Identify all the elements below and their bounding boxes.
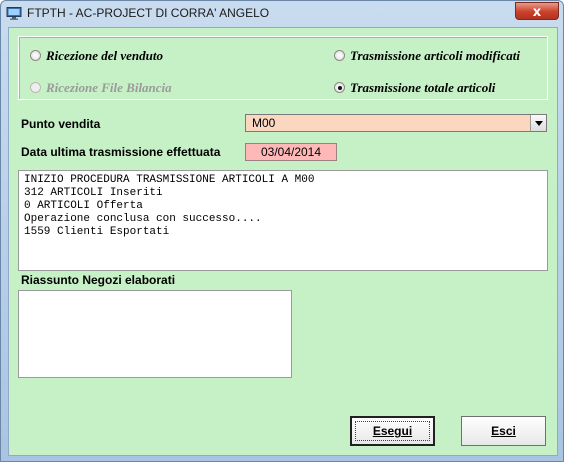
option-label: Trasmissione totale articoli <box>350 80 496 95</box>
app-window: FTPTH - AC-PROJECT DI CORRA' ANGELO x Ri… <box>0 0 564 462</box>
title-bar[interactable]: FTPTH - AC-PROJECT DI CORRA' ANGELO x <box>1 1 563 27</box>
option-trasmissione-modificati[interactable]: Trasmissione articoli modificati <box>334 48 520 64</box>
focus-rect <box>355 421 430 441</box>
riassunto-label: Riassunto Negozi elaborati <box>21 273 176 287</box>
data-trasmissione-label: Data ultima trasmissione effettuata <box>21 145 221 159</box>
option-trasmissione-totale[interactable]: Trasmissione totale articoli <box>334 80 495 96</box>
log-line: 1559 Clienti Esportati <box>24 226 170 238</box>
punto-vendita-label: Punto vendita <box>21 117 101 131</box>
client-area: Ricezione del venduto Trasmissione artic… <box>8 27 558 456</box>
data-trasmissione-field[interactable]: 03/04/2014 <box>245 143 337 161</box>
log-line: INIZIO PROCEDURA TRASMISSIONE ARTICOLI A… <box>24 174 315 186</box>
option-ricezione-bilancia: Ricezione File Bilancia <box>30 80 172 96</box>
radio-icon[interactable] <box>30 50 41 61</box>
option-label: Ricezione del venduto <box>46 48 163 63</box>
options-group: Ricezione del venduto Trasmissione artic… <box>18 36 548 100</box>
monitor-icon <box>6 7 22 20</box>
esci-label: Esci <box>491 424 516 438</box>
log-line: Operazione conclusa con successo.... <box>24 213 262 225</box>
option-label: Ricezione File Bilancia <box>46 80 172 95</box>
log-line: 312 ARTICOLI Inseriti <box>24 187 163 199</box>
window-title: FTPTH - AC-PROJECT DI CORRA' ANGELO <box>27 6 270 20</box>
riassunto-list[interactable] <box>18 290 292 378</box>
radio-icon <box>30 82 41 93</box>
esci-button[interactable]: Esci <box>461 416 546 446</box>
log-textarea[interactable]: INIZIO PROCEDURA TRASMISSIONE ARTICOLI A… <box>18 170 548 271</box>
log-line: 0 ARTICOLI Offerta <box>24 200 143 212</box>
chevron-down-icon[interactable] <box>530 115 546 131</box>
option-label: Trasmissione articoli modificati <box>350 48 520 63</box>
close-icon: x <box>532 5 542 20</box>
punto-vendita-value: M00 <box>252 116 276 130</box>
close-button[interactable]: x <box>515 2 559 20</box>
punto-vendita-select[interactable]: M00 <box>245 114 547 132</box>
radio-icon[interactable] <box>334 50 345 61</box>
radio-checked-icon[interactable] <box>334 82 345 93</box>
option-ricezione-venduto[interactable]: Ricezione del venduto <box>30 48 163 64</box>
esegui-button[interactable]: Esegui <box>350 416 435 446</box>
